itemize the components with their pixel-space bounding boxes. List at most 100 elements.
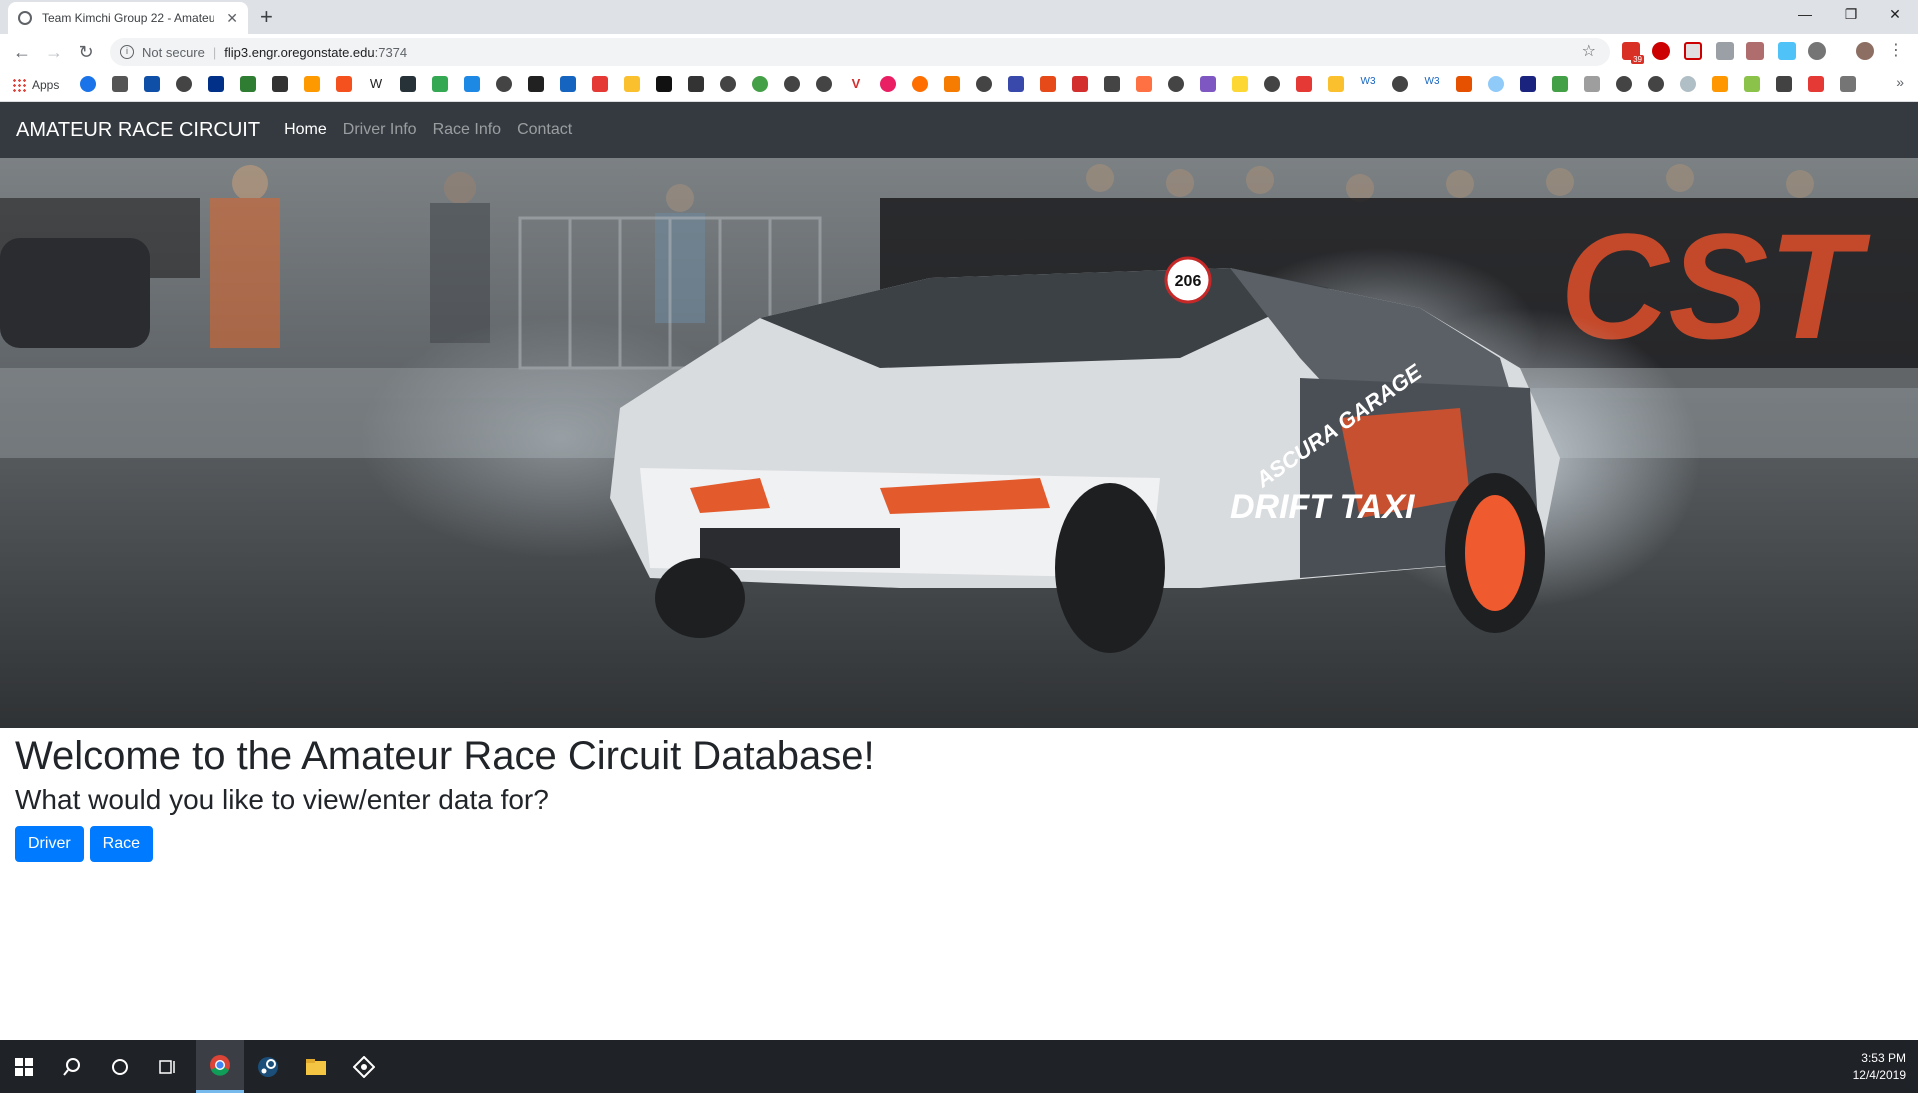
bookmark-icon[interactable] [720, 76, 736, 92]
bookmark-icon[interactable] [1520, 76, 1536, 92]
git-kraken-icon[interactable] [340, 1040, 388, 1093]
bookmark-icon[interactable] [496, 76, 512, 92]
nav-driver-info[interactable]: Driver Info [343, 121, 417, 139]
bookmark-icon[interactable] [1200, 76, 1216, 92]
nav-race-info[interactable]: Race Info [433, 121, 501, 139]
bookmark-icon[interactable] [752, 76, 768, 92]
bookmark-icon[interactable] [400, 76, 416, 92]
back-icon[interactable]: ← [10, 40, 34, 64]
bookmark-icon[interactable] [1456, 76, 1472, 92]
windows-start-icon[interactable] [0, 1040, 48, 1093]
task-view-icon[interactable] [144, 1040, 192, 1093]
bookmark-icon[interactable] [1712, 76, 1728, 92]
car-number: 206 [1175, 273, 1202, 290]
bookmark-icon[interactable] [1264, 76, 1280, 92]
bookmark-icon[interactable] [1168, 76, 1184, 92]
bookmark-icon[interactable] [1296, 76, 1312, 92]
bookmark-icon[interactable] [80, 76, 96, 92]
bookmark-icon[interactable] [1392, 76, 1408, 92]
bookmark-icon[interactable] [976, 76, 992, 92]
chrome-menu-icon[interactable]: ⋮ [1888, 42, 1904, 60]
bookmark-star-icon[interactable]: ☆ [1582, 41, 1596, 61]
opera-extension-icon[interactable] [1652, 42, 1670, 60]
bookmark-icon[interactable] [1008, 76, 1024, 92]
cup-extension-icon[interactable] [1778, 42, 1796, 60]
page-title: Welcome to the Amateur Race Circuit Data… [15, 734, 875, 778]
close-tab-icon[interactable]: ✕ [226, 10, 238, 27]
bookmark-icon[interactable] [1680, 76, 1696, 92]
minimize-icon[interactable]: — [1782, 0, 1828, 30]
site-brand[interactable]: AMATEUR RACE CIRCUIT [16, 119, 260, 142]
race-button[interactable]: Race [89, 826, 154, 862]
bookmark-icon[interactable] [624, 76, 640, 92]
bookmark-icon[interactable] [784, 76, 800, 92]
forward-icon[interactable]: → [42, 40, 66, 64]
search-icon[interactable] [48, 1040, 96, 1093]
browser-tab[interactable]: Team Kimchi Group 22 - Amateu ✕ [8, 2, 248, 34]
profile-avatar[interactable] [1856, 42, 1874, 60]
system-clock[interactable]: 3:53 PM 12/4/2019 [1853, 1050, 1906, 1084]
bookmark-icon[interactable] [1648, 76, 1664, 92]
bookmark-icon[interactable] [144, 76, 160, 92]
cortana-icon[interactable] [96, 1040, 144, 1093]
bookmark-icon[interactable] [1328, 76, 1344, 92]
bookmark-icon[interactable] [272, 76, 288, 92]
bookmark-icon[interactable] [944, 76, 960, 92]
bookmark-icon[interactable] [1040, 76, 1056, 92]
reload-icon[interactable]: ↻ [74, 40, 98, 64]
close-window-icon[interactable]: ✕ [1872, 0, 1918, 30]
security-label: Not secure [142, 44, 205, 60]
bookmark-icon[interactable] [1808, 76, 1824, 92]
bookmark-icon[interactable] [1136, 76, 1152, 92]
info-icon[interactable]: i [120, 45, 134, 59]
circle-extension-icon[interactable] [1808, 42, 1826, 60]
bookmark-icon[interactable] [1104, 76, 1120, 92]
bookmark-icon[interactable] [528, 76, 544, 92]
bookmark-icon[interactable] [464, 76, 480, 92]
bookmark-icon[interactable] [176, 76, 192, 92]
bookmark-icon[interactable] [816, 76, 832, 92]
chrome-taskbar-icon[interactable] [196, 1040, 244, 1093]
bookmark-icon[interactable] [304, 76, 320, 92]
more-bookmarks-icon[interactable]: » [1896, 74, 1904, 90]
pdf-extension-icon[interactable] [1746, 42, 1764, 60]
bookmark-icon[interactable] [112, 76, 128, 92]
file-explorer-icon[interactable] [292, 1040, 340, 1093]
bookmark-icon[interactable] [1744, 76, 1760, 92]
nav-contact[interactable]: Contact [517, 121, 572, 139]
address-bar[interactable]: i Not secure | flip3.engr.oregonstate.ed… [110, 38, 1610, 66]
bookmark-icon[interactable] [1776, 76, 1792, 92]
bookmark-icon[interactable] [688, 76, 704, 92]
gmail-extension-icon[interactable]: 39 [1622, 42, 1644, 64]
new-tab-button[interactable]: + [260, 4, 273, 30]
bookmark-icon[interactable] [208, 76, 224, 92]
restore-icon[interactable]: ❐ [1828, 0, 1874, 30]
bookmark-icon[interactable] [1488, 76, 1504, 92]
drift-car-photo: CST 206 DRIFT TAXI ASCURA GARAGE [0, 158, 1918, 728]
driver-button[interactable]: Driver [15, 826, 84, 862]
bookmark-icon[interactable] [336, 76, 352, 92]
bookmark-icon[interactable] [1232, 76, 1248, 92]
bookmark-icon[interactable] [432, 76, 448, 92]
bookmark-icon[interactable]: V [848, 76, 864, 92]
bookmark-icon[interactable] [1584, 76, 1600, 92]
w3-bookmark-icon[interactable]: W3 [1360, 76, 1376, 92]
apps-shortcut[interactable]: Apps [12, 78, 59, 92]
bookmark-icon[interactable] [656, 76, 672, 92]
bookmark-icon[interactable] [1616, 76, 1632, 92]
pocket-extension-icon[interactable] [1684, 42, 1702, 60]
url-port: :7374 [374, 44, 408, 60]
nav-home[interactable]: Home [284, 121, 327, 139]
bookmark-icon[interactable] [912, 76, 928, 92]
bookmark-icon[interactable] [592, 76, 608, 92]
bookmark-icon[interactable] [1072, 76, 1088, 92]
bookmark-icon[interactable] [1840, 76, 1856, 92]
bookmark-icon[interactable] [560, 76, 576, 92]
bookmark-icon[interactable] [1552, 76, 1568, 92]
steam-taskbar-icon[interactable] [244, 1040, 292, 1093]
w3-bookmark-icon[interactable]: W3 [1424, 76, 1440, 92]
wikipedia-bookmark-icon[interactable]: W [368, 76, 384, 92]
download-extension-icon[interactable] [1716, 42, 1734, 60]
bookmark-icon[interactable] [880, 76, 896, 92]
bookmark-icon[interactable] [240, 76, 256, 92]
